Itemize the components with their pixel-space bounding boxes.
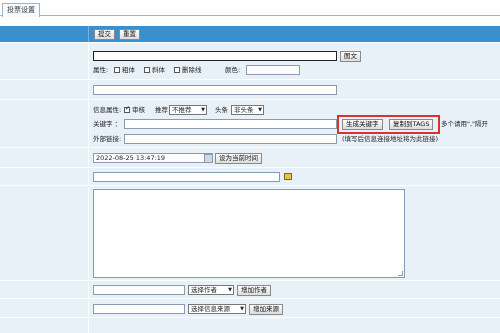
image-value-cell [90, 169, 500, 185]
headline-select-value: 非头条 [234, 106, 254, 114]
external-link-label: 外部链接: [93, 135, 122, 143]
title-value-cell: 图文 属性: 粗体 斜体 删除线 颜色: [90, 44, 500, 79]
image-url-input[interactable] [93, 172, 280, 182]
add-source-button[interactable]: 增加来源 [249, 304, 283, 315]
reset-button[interactable]: 重置 [119, 29, 140, 40]
add-author-button[interactable]: 增加作者 [237, 285, 271, 296]
keyword-hint: 多个请用","隔开 [441, 120, 489, 128]
header-value-cell: 提交 重置 [90, 26, 500, 42]
external-link-hint: (填写后信息连接地址将为此链接) [342, 135, 439, 143]
tab-vote-settings[interactable]: 投票设置 [2, 3, 40, 17]
time-value-cell: 2022-08-25 13:47:19 设为当前时间 [90, 149, 500, 167]
image-picker-icon[interactable] [284, 173, 292, 180]
summary-value-cell [90, 187, 500, 280]
author-row: 选择作者 ▼ 增加作者 [0, 282, 500, 299]
author-label-cell [0, 282, 89, 298]
source-select[interactable]: 选择信息来源 ▼ [188, 304, 246, 314]
source-input[interactable] [93, 304, 185, 314]
strike-label: 删除线 [182, 66, 202, 74]
subtitle-input[interactable] [93, 85, 337, 95]
strike-checkbox[interactable] [174, 67, 180, 73]
external-link-input[interactable] [124, 134, 337, 144]
set-current-time-button[interactable]: 设为当前时间 [215, 153, 262, 164]
audit-checkbox[interactable] [124, 105, 130, 113]
preview-button[interactable]: 图文 [340, 51, 361, 62]
image-label-cell [0, 169, 89, 185]
source-label-cell [0, 300, 89, 317]
summary-textarea[interactable] [93, 189, 405, 278]
image-row [0, 169, 500, 186]
tab-bar: 投票设置 [0, 0, 500, 17]
chevron-down-icon: ▼ [228, 287, 232, 293]
headline-select[interactable]: 非头条 ▼ [231, 105, 264, 115]
color-input[interactable] [246, 65, 300, 75]
time-row: 2022-08-25 13:47:19 设为当前时间 [0, 149, 500, 168]
header-label-cell [0, 26, 89, 42]
italic-label: 斜体 [152, 66, 165, 74]
author-input[interactable] [93, 285, 185, 295]
time-label-cell [0, 149, 89, 167]
bold-label: 粗体 [122, 66, 135, 74]
italic-checkbox[interactable] [144, 67, 150, 73]
title-row: 图文 属性: 粗体 斜体 删除线 颜色: [0, 44, 500, 80]
author-value-cell: 选择作者 ▼ 增加作者 [90, 282, 500, 298]
subtitle-value-cell [90, 81, 500, 99]
submit-button[interactable]: 提交 [94, 29, 115, 40]
color-label: 颜色: [225, 66, 241, 74]
calendar-icon[interactable] [204, 154, 213, 163]
title-input[interactable] [93, 51, 337, 61]
bold-checkbox[interactable] [114, 67, 120, 73]
source-select-value: 选择信息来源 [191, 305, 230, 313]
chevron-down-icon: ▼ [240, 306, 244, 312]
keyword-input[interactable] [124, 119, 337, 129]
audit-label: 审核 [132, 106, 145, 114]
author-select[interactable]: 选择作者 ▼ [188, 285, 234, 295]
bottom-label-cell [0, 319, 89, 333]
form-header-row: 提交 重置 [0, 26, 500, 43]
recommend-select[interactable]: 不推荐 ▼ [169, 105, 207, 115]
chevron-down-icon: ▼ [258, 107, 262, 113]
bottom-row [0, 319, 500, 333]
info-row: 信息属性: 审核 推荐 不推荐 ▼ 头条 非头条 ▼ 关键字 ： 生成关键字 复… [0, 101, 500, 148]
title-label-cell [0, 44, 89, 79]
info-value-cell: 信息属性: 审核 推荐 不推荐 ▼ 头条 非头条 ▼ 关键字 ： 生成关键字 复… [90, 101, 500, 147]
summary-row [0, 187, 500, 281]
attr-label: 属性: [93, 66, 109, 74]
subtitle-label-cell [0, 81, 89, 99]
article-form: 提交 重置 图文 属性: 粗体 斜体 删除线 颜色: 信息属性: ✓ 审核 推荐… [0, 26, 500, 333]
source-row: 选择信息来源 ▼ 增加来源 [0, 300, 500, 318]
summary-label-cell [0, 187, 89, 280]
keyword-label: 关键字 ： [93, 120, 122, 128]
resize-handle-icon[interactable] [398, 271, 403, 276]
headline-label: 头条 [215, 106, 228, 114]
highlight-box [337, 115, 440, 134]
author-select-value: 选择作者 [191, 286, 217, 294]
subtitle-row [0, 81, 500, 100]
info-label-cell [0, 101, 89, 147]
source-value-cell: 选择信息来源 ▼ 增加来源 [90, 300, 500, 317]
chevron-down-icon: ▼ [201, 107, 205, 113]
publish-time-input[interactable]: 2022-08-25 13:47:19 [93, 153, 213, 163]
recommend-label: 推荐 [155, 106, 168, 114]
recommend-select-value: 不推荐 [172, 106, 192, 114]
info-attr-label: 信息属性: [93, 106, 122, 114]
